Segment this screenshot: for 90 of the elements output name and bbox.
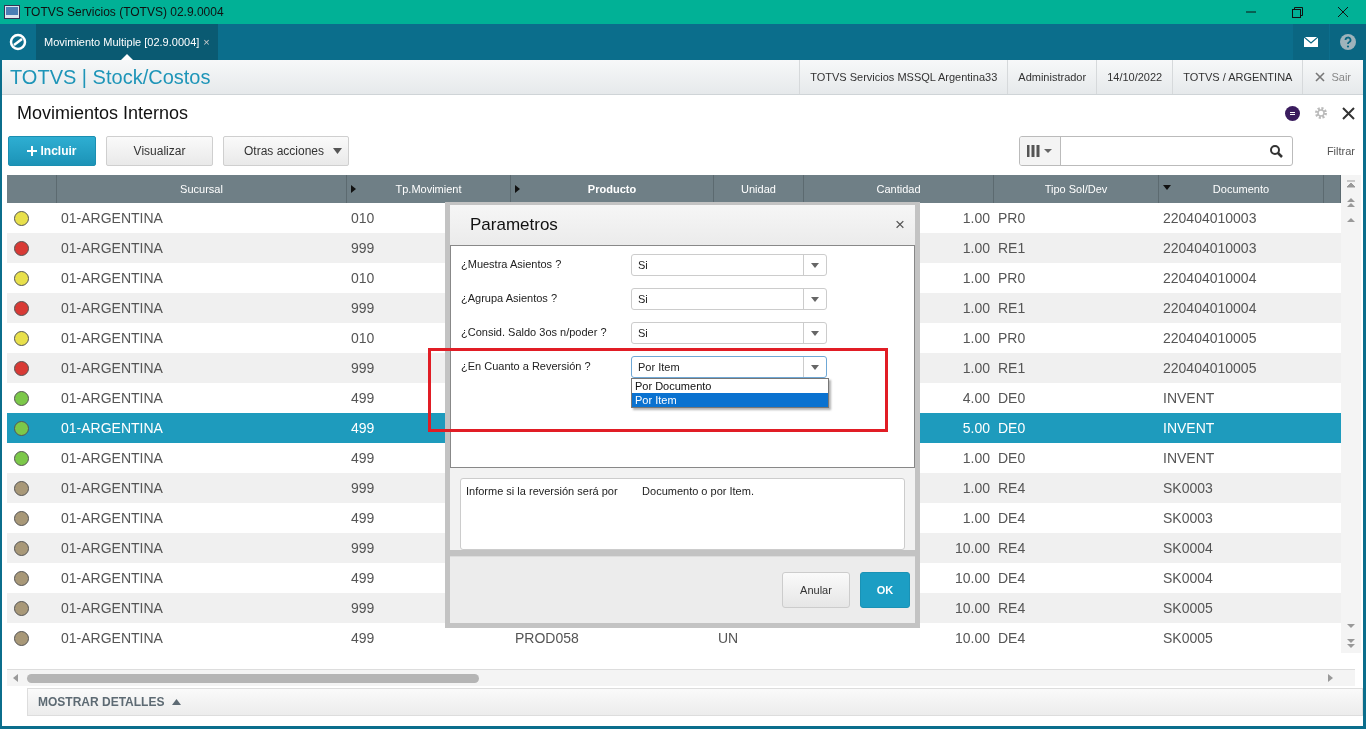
table-cell: 10.00	[954, 540, 990, 556]
table-cell: 220404010003	[1163, 240, 1257, 256]
table-cell: 5.00	[962, 420, 990, 436]
table-cell: INVENT	[1163, 420, 1215, 436]
table-cell: 999	[351, 600, 375, 616]
table-cell: RE1	[998, 240, 1026, 256]
table-cell: SK0005	[1163, 630, 1213, 646]
table-cell: 499	[351, 570, 375, 586]
table-cell: DE0	[998, 420, 1026, 436]
table-cell: PR0	[998, 330, 1026, 346]
parameter-label: ¿Consid. Saldo 3os n/poder ?	[461, 325, 608, 340]
table-cell: 4.00	[962, 390, 990, 406]
table-cell: 10.00	[954, 630, 990, 646]
table-cell: 01-ARGENTINA	[61, 210, 163, 226]
table-cell: 010	[351, 330, 375, 346]
table-cell: DE0	[998, 390, 1026, 406]
parameter-label: ¿En Cuanto a Reversión ?	[461, 359, 592, 374]
table-cell: 01-ARGENTINA	[61, 600, 163, 616]
table-cell: 1.00	[962, 450, 990, 466]
table-cell: DE4	[998, 570, 1026, 586]
table-cell: 10.00	[954, 570, 990, 586]
table-cell: 1.00	[962, 360, 990, 376]
table-cell: SK0004	[1163, 540, 1213, 556]
table-cell: SK0004	[1163, 570, 1213, 586]
table-cell: 1.00	[962, 240, 990, 256]
table-cell: RE4	[998, 540, 1026, 556]
table-cell: 010	[351, 270, 375, 286]
table-cell: 1.00	[962, 330, 990, 346]
table-cell: 999	[351, 240, 375, 256]
window-title: TOTVS Servicios (TOTVS) 02.9.0004	[24, 5, 225, 19]
table-cell: 01-ARGENTINA	[61, 540, 163, 556]
table-cell: 220404010003	[1163, 210, 1257, 226]
table-cell: 1.00	[962, 270, 990, 286]
table-cell: 499	[351, 390, 375, 406]
table-cell: 1.00	[962, 480, 990, 496]
app-brand: TOTVS | Stock/Costos	[10, 65, 212, 89]
table-cell: 01-ARGENTINA	[61, 240, 163, 256]
table-cell: RE4	[998, 600, 1026, 616]
page-title: Movimientos Internos	[17, 102, 190, 124]
table-cell: 01-ARGENTINA	[61, 630, 163, 646]
table-cell: 999	[351, 360, 375, 376]
table-cell: 499	[351, 450, 375, 466]
table-cell: 220404010004	[1163, 270, 1257, 286]
table-cell: INVENT	[1163, 450, 1215, 466]
session-info: TOTVS Servicios MSSQL Argentina33	[799, 60, 1008, 94]
table-cell: 1.00	[962, 210, 990, 226]
session-info: 14/10/2022	[1096, 60, 1173, 94]
table-cell: UN	[718, 630, 739, 646]
table-cell: 1.00	[962, 300, 990, 316]
parameter-label: ¿Muestra Asientos ?	[461, 257, 563, 272]
table-cell: DE4	[998, 510, 1026, 526]
table-cell: 01-ARGENTINA	[61, 330, 163, 346]
table-cell: 01-ARGENTINA	[61, 390, 163, 406]
table-cell: 220404010005	[1163, 360, 1257, 376]
table-cell: 499	[351, 630, 375, 646]
table-cell: 01-ARGENTINA	[61, 360, 163, 376]
table-cell: 01-ARGENTINA	[61, 450, 163, 466]
table-cell: SK0003	[1163, 480, 1213, 496]
table-cell: DE0	[998, 450, 1026, 466]
session-info: TOTVS / ARGENTINA	[1172, 60, 1303, 94]
table-cell: SK0003	[1163, 510, 1213, 526]
table-cell: 499	[351, 510, 375, 526]
table-cell: DE4	[998, 630, 1026, 646]
table-cell: 1.00	[962, 510, 990, 526]
table-cell: 01-ARGENTINA	[61, 270, 163, 286]
table-cell: 220404010005	[1163, 330, 1257, 346]
table-cell: 10.00	[954, 600, 990, 616]
table-cell: 01-ARGENTINA	[61, 420, 163, 436]
table-cell: 999	[351, 300, 375, 316]
table-cell: RE1	[998, 360, 1026, 376]
table-cell: 01-ARGENTINA	[61, 480, 163, 496]
parameter-label: ¿Agrupa Asientos ?	[461, 291, 558, 306]
table-cell: 999	[351, 480, 375, 496]
table-cell: PR0	[998, 210, 1026, 226]
table-cell: 01-ARGENTINA	[61, 570, 163, 586]
table-cell: RE4	[998, 480, 1026, 496]
table-cell: RE1	[998, 300, 1026, 316]
table-cell: 01-ARGENTINA	[61, 300, 163, 316]
table-cell: PR0	[998, 270, 1026, 286]
table-cell: SK0005	[1163, 600, 1213, 616]
table-cell: 220404010004	[1163, 300, 1257, 316]
table-cell: 499	[351, 420, 375, 436]
session-info: Administrador	[1007, 60, 1097, 94]
table-cell: 01-ARGENTINA	[61, 510, 163, 526]
dialog-title: Parametros	[470, 215, 559, 235]
table-cell: PROD058	[515, 630, 579, 646]
help-text: Informe si la reversión será por Documento o por Item.	[460, 478, 905, 550]
table-cell: INVENT	[1163, 390, 1215, 406]
table-cell: 010	[351, 210, 375, 226]
table-cell: 999	[351, 540, 375, 556]
